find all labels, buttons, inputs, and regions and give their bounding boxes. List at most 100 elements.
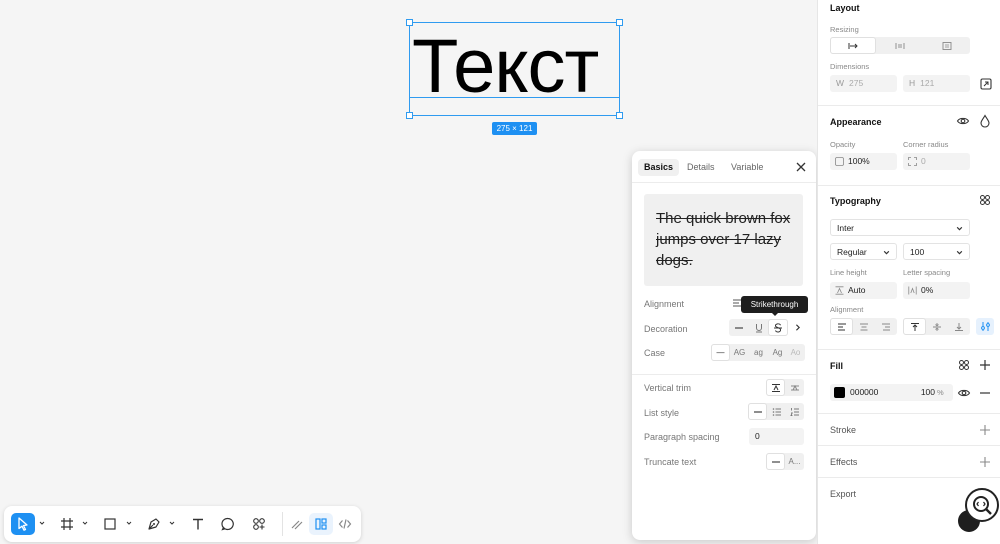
font-size-input[interactable]: 100: [903, 243, 970, 260]
align-top-button[interactable]: [903, 318, 926, 335]
trim-cap-button[interactable]: [785, 379, 804, 396]
decoration-control: [729, 319, 788, 336]
align-bottom-button[interactable]: [948, 318, 970, 335]
comment-tool-button[interactable]: [216, 513, 240, 535]
move-tool-button[interactable]: [11, 513, 35, 535]
fill-color-input[interactable]: 000000 100 %: [830, 384, 953, 401]
truncate-none-button[interactable]: [766, 453, 785, 470]
fill-section-title: Fill: [830, 361, 843, 371]
decoration-more-button[interactable]: [790, 319, 804, 336]
remove-fill-icon[interactable]: [978, 386, 992, 400]
add-fill-icon[interactable]: [978, 358, 992, 372]
dev-mode-button[interactable]: [333, 513, 357, 535]
truncate-ellipsis-button[interactable]: A...: [785, 453, 804, 470]
fill-opacity-unit: %: [937, 388, 944, 397]
chevron-down-icon[interactable]: [39, 520, 45, 526]
text-t-icon: [193, 518, 203, 530]
chevron-down-icon[interactable]: [169, 520, 175, 526]
width-input[interactable]: W 275: [830, 75, 897, 92]
underline-button[interactable]: [749, 319, 768, 336]
list-numbered-button[interactable]: [785, 403, 804, 420]
line-height-label: Line height: [830, 268, 867, 277]
resize-handle-bottom-right[interactable]: [616, 112, 623, 119]
resize-handle-top-left[interactable]: [406, 19, 413, 26]
pen-tool-button[interactable]: [142, 513, 166, 535]
text-settings-toggle-button[interactable]: [976, 318, 994, 335]
corner-radius-input[interactable]: 0: [903, 153, 970, 170]
corner-radius-icon: [908, 157, 917, 166]
font-weight-select[interactable]: Regular: [830, 243, 897, 260]
section-divider: [818, 105, 1000, 106]
add-stroke-icon[interactable]: [978, 423, 992, 437]
close-icon[interactable]: [793, 159, 809, 175]
letter-spacing-icon: [908, 286, 917, 295]
chevron-down-icon[interactable]: [82, 520, 88, 526]
text-styles-icon[interactable]: [978, 193, 992, 207]
popup-divider: [632, 374, 816, 375]
decoration-none-button[interactable]: [729, 319, 748, 336]
shapes-plus-icon: [253, 518, 265, 530]
zoom-magnifier-button[interactable]: [965, 488, 999, 522]
bottom-toolbar: [4, 506, 361, 542]
shape-tool-button[interactable]: [98, 513, 122, 535]
list-bullets-button[interactable]: [767, 403, 786, 420]
strikethrough-tooltip: Strikethrough: [741, 296, 808, 313]
draw-mode-button[interactable]: [285, 513, 309, 535]
align-middle-button[interactable]: [926, 318, 948, 335]
fill-styles-icon[interactable]: [957, 358, 971, 372]
actions-tool-button[interactable]: [247, 513, 271, 535]
align-center-button[interactable]: [853, 318, 875, 335]
text-layer-content[interactable]: Текст: [412, 27, 599, 107]
resize-fixed-width-button[interactable]: [830, 37, 876, 54]
letter-spacing-input[interactable]: 0%: [903, 282, 970, 299]
height-input[interactable]: H 121: [903, 75, 970, 92]
letter-spacing-label: Letter spacing: [903, 268, 951, 277]
trim-standard-icon: [771, 383, 780, 392]
case-uppercase-button[interactable]: AG: [730, 344, 749, 361]
case-titlecase-button[interactable]: Ag: [768, 344, 787, 361]
paragraph-spacing-input[interactable]: 0: [749, 428, 804, 445]
align-left-button[interactable]: [830, 318, 853, 335]
list-style-label: List style: [644, 408, 680, 418]
tab-basics[interactable]: Basics: [638, 159, 680, 176]
fill-visibility-eye-icon[interactable]: [957, 386, 971, 400]
resize-handle-top-right[interactable]: [616, 19, 623, 26]
case-lowercase-button[interactable]: ag: [749, 344, 768, 361]
trim-standard-button[interactable]: [766, 379, 785, 396]
selected-text-layer[interactable]: Текст: [406, 19, 623, 119]
truncate-text-label: Truncate text: [644, 457, 697, 467]
text-tool-button[interactable]: [186, 513, 210, 535]
resize-to-fit-icon[interactable]: [979, 77, 993, 91]
strikethrough-button[interactable]: [768, 319, 788, 336]
tab-variable[interactable]: Variable: [725, 159, 769, 176]
case-smallcaps-button[interactable]: Ao: [786, 344, 805, 361]
chevron-down-icon[interactable]: [126, 520, 132, 526]
fill-opacity-value[interactable]: 100: [913, 384, 935, 401]
case-none-button[interactable]: —: [711, 344, 730, 361]
fixed-width-icon: [848, 42, 858, 49]
opacity-input[interactable]: 100%: [830, 153, 897, 170]
trim-cap-icon: [790, 384, 799, 390]
resize-auto-height-button[interactable]: [877, 37, 923, 54]
font-size-value: 100: [910, 247, 925, 257]
add-effect-icon[interactable]: [978, 455, 992, 469]
list-none-button[interactable]: [748, 403, 767, 420]
fill-color-swatch[interactable]: [834, 387, 845, 398]
tab-details[interactable]: Details: [681, 159, 721, 176]
list-style-control: [748, 403, 804, 420]
font-family-select[interactable]: Inter: [830, 219, 970, 236]
resize-fixed-size-button[interactable]: [924, 37, 970, 54]
numbered-list-icon: [789, 407, 799, 416]
resize-handle-bottom-left[interactable]: [406, 112, 413, 119]
line-height-input[interactable]: Auto: [830, 282, 897, 299]
resizing-control: [830, 37, 970, 54]
case-control: — AG ag Ag Ao: [711, 344, 805, 361]
vertical-trim-label: Vertical trim: [644, 383, 692, 393]
frame-tool-button[interactable]: [55, 513, 79, 535]
popup-divider: [632, 182, 816, 183]
eye-icon[interactable]: [956, 114, 970, 128]
design-mode-button[interactable]: [309, 513, 333, 535]
properties-panel: Layout Resizing Dimensions W 275 H 121 App…: [817, 0, 1000, 544]
blend-mode-drop-icon[interactable]: [978, 114, 992, 128]
align-right-button[interactable]: [875, 318, 897, 335]
